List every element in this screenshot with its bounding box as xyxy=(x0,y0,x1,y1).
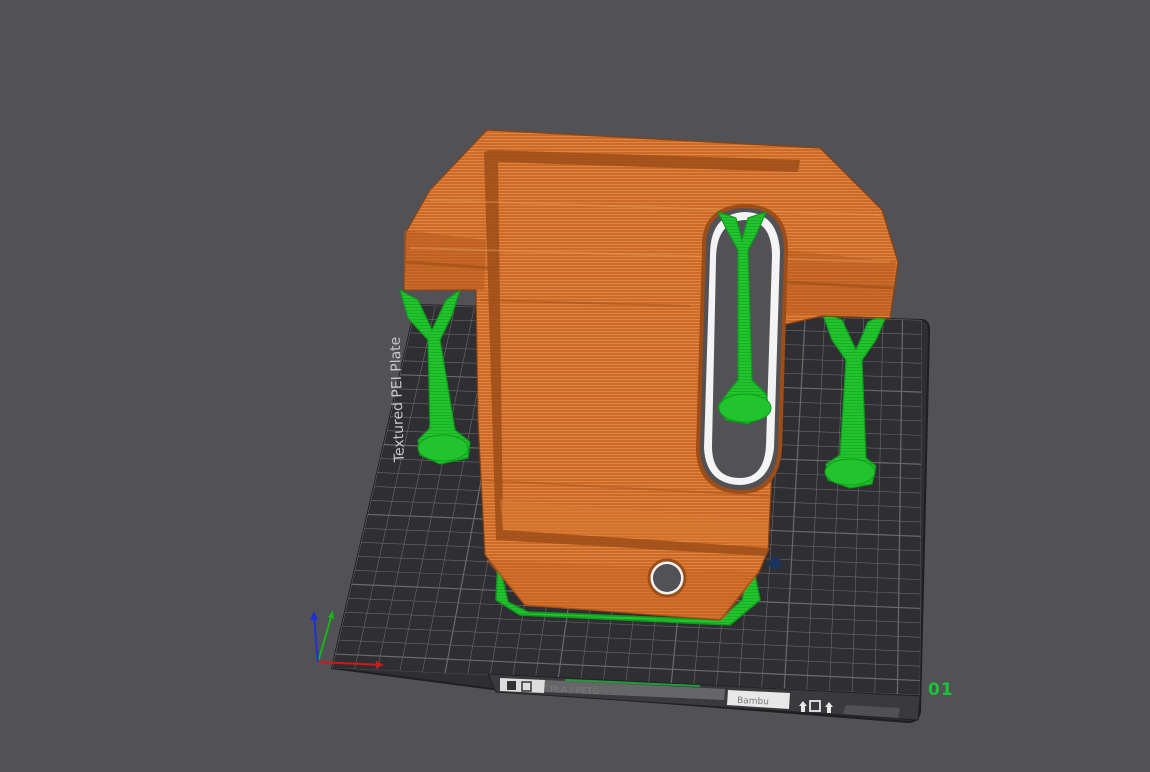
plate-info: PLA / PETG xyxy=(550,685,600,697)
plate-info-right: Bambu xyxy=(737,696,769,707)
plate-index: 01 xyxy=(928,680,954,700)
3d-viewport[interactable]: PLA / PETG Bambu Textured PEI Plate 01 xyxy=(0,0,1150,772)
axis-z xyxy=(313,615,319,663)
axis-y xyxy=(317,613,333,663)
grid-icon[interactable] xyxy=(507,681,516,690)
